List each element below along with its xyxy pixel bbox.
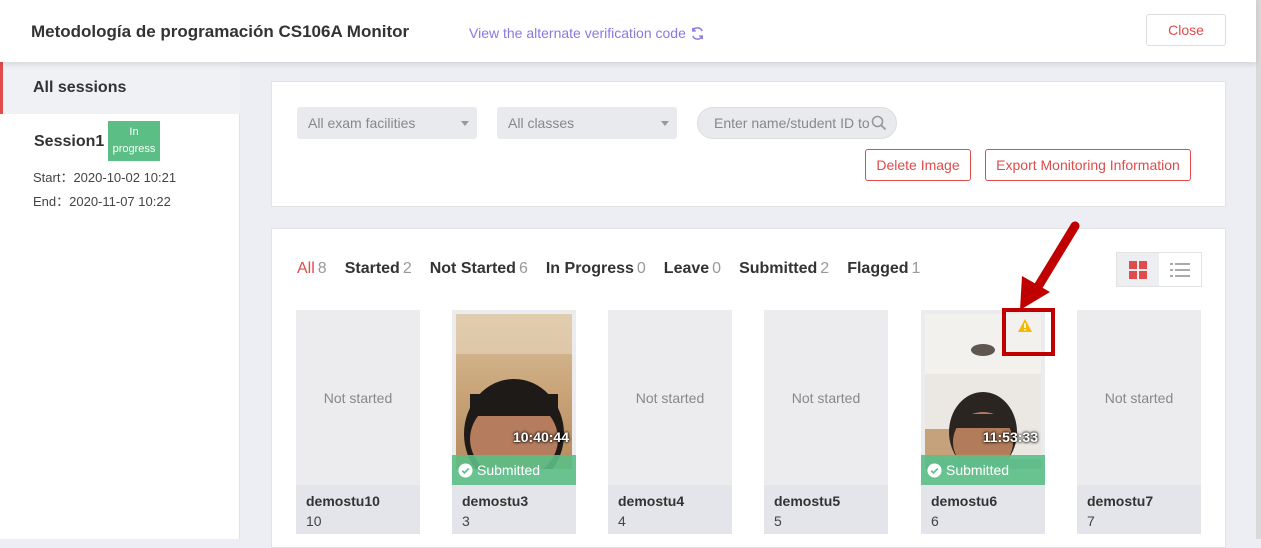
session-start-time: Start：2020-10-02 10:21 (33, 170, 177, 185)
exam-facility-select[interactable]: All exam facilities (297, 107, 477, 139)
card-footer: demostu3 3 (452, 485, 576, 534)
card-footer: demostu4 4 (608, 485, 732, 534)
list-view-button[interactable] (1159, 253, 1201, 286)
delete-image-button[interactable]: Delete Image (865, 149, 971, 181)
submitted-banner: Submitted (921, 455, 1045, 485)
sidebar-item-label: All sessions (33, 79, 127, 96)
filter-panel: All exam facilities All classes Delete I… (271, 81, 1226, 207)
status-badge: In progress (108, 121, 160, 161)
tab-count: 8 (317, 260, 327, 277)
student-id: 7 (1087, 513, 1095, 529)
refresh-icon (691, 26, 703, 40)
tab-label: Flagged (847, 260, 909, 277)
search-input[interactable] (714, 115, 874, 131)
tab-not-started[interactable]: Not Started 6 (430, 260, 528, 278)
student-id: 6 (931, 513, 939, 529)
tab-label: Not Started (429, 260, 516, 277)
card-status-placeholder: Not started (764, 310, 888, 485)
tab-submitted[interactable]: Submitted 2 (739, 260, 829, 278)
tab-count: 2 (820, 260, 830, 277)
caret-down-icon (661, 121, 669, 126)
tab-leave[interactable]: Leave 0 (664, 260, 721, 278)
tab-count: 1 (911, 260, 921, 277)
tab-label: All (297, 260, 315, 277)
card-thumbnail: 10:40:44 Submitted (452, 310, 576, 485)
student-id: 10 (306, 513, 322, 529)
submitted-label: Submitted (946, 462, 1010, 478)
tab-count: 6 (518, 260, 528, 277)
card-footer: demostu5 5 (764, 485, 888, 534)
check-circle-icon (458, 462, 473, 478)
student-name: demostu10 (306, 493, 380, 509)
sidebar-item-all-sessions[interactable]: All sessions (0, 62, 240, 114)
student-card[interactable]: Not started demostu5 5 (764, 310, 888, 534)
top-header: Metodología de programación CS106A Monit… (0, 0, 1256, 62)
session-name[interactable]: Session1 (34, 133, 104, 151)
tab-count: 0 (636, 260, 646, 277)
student-name: demostu6 (931, 493, 998, 509)
student-name: demostu5 (774, 493, 841, 509)
submitted-banner: Submitted (452, 455, 576, 485)
tab-flagged[interactable]: Flagged 1 (847, 260, 920, 278)
check-circle-icon (927, 462, 942, 478)
capture-timestamp: 10:40:44 (512, 429, 569, 445)
card-footer: demostu10 10 (296, 485, 420, 534)
student-name: demostu4 (618, 493, 685, 509)
class-select[interactable]: All classes (497, 107, 677, 139)
tab-label: Submitted (739, 260, 818, 277)
tab-started[interactable]: Started 2 (345, 260, 412, 278)
submitted-label: Submitted (477, 462, 541, 478)
close-button[interactable]: Close (1146, 14, 1226, 46)
student-id: 4 (618, 513, 626, 529)
grid-view-icon (1129, 260, 1147, 279)
card-status-placeholder: Not started (1077, 310, 1201, 485)
tab-label: Started (344, 260, 400, 277)
student-card[interactable]: 10:40:44 Submitted demostu3 3 (452, 310, 576, 534)
card-status-placeholder: Not started (608, 310, 732, 485)
tab-all[interactable]: All 8 (297, 260, 327, 278)
sidebar: All sessions Session1 In progress Start：… (0, 62, 240, 539)
caret-down-icon (461, 121, 469, 126)
page-title: Metodología de programación CS106A Monit… (31, 22, 410, 41)
card-footer: demostu7 7 (1077, 485, 1201, 534)
student-card[interactable]: Not started demostu7 7 (1077, 310, 1201, 534)
tab-count: 0 (712, 260, 722, 277)
student-name: demostu3 (462, 493, 529, 509)
tab-in-progress[interactable]: In Progress 0 (546, 260, 646, 278)
card-footer: demostu6 6 (921, 485, 1045, 534)
alternate-verification-label: View the alternate verification code (469, 25, 686, 41)
student-id: 3 (462, 513, 470, 529)
tab-label: In Progress (545, 260, 634, 277)
alternate-verification-link[interactable]: View the alternate verification code (469, 25, 705, 41)
student-card[interactable]: Not started demostu4 4 (608, 310, 732, 534)
grid-view-button[interactable] (1117, 253, 1159, 286)
scrollbar[interactable] (1256, 0, 1261, 539)
session-end-time: End：2020-11-07 10:22 (33, 194, 171, 209)
annotation-highlight-box (1002, 308, 1055, 356)
card-status-placeholder: Not started (296, 310, 420, 485)
tab-label: Leave (663, 260, 710, 277)
list-view-icon (1170, 262, 1190, 277)
student-name: demostu7 (1087, 493, 1154, 509)
annotation-arrow (1020, 221, 1080, 310)
exam-facility-select-value: All exam facilities (308, 115, 416, 131)
tab-count: 2 (402, 260, 412, 277)
webcam-photo (456, 314, 572, 469)
view-toggle (1116, 252, 1202, 287)
capture-timestamp: 11:53:33 (982, 429, 1038, 445)
export-monitoring-button[interactable]: Export Monitoring Information (985, 149, 1191, 181)
status-tabs: All 8 Started 2 Not Started 6 In Progress 0 … (297, 260, 938, 278)
student-card[interactable]: Not started demostu10 10 (296, 310, 420, 534)
class-select-value: All classes (508, 115, 575, 131)
student-id: 5 (774, 513, 782, 529)
search-box (697, 107, 897, 139)
search-icon[interactable] (871, 115, 887, 131)
